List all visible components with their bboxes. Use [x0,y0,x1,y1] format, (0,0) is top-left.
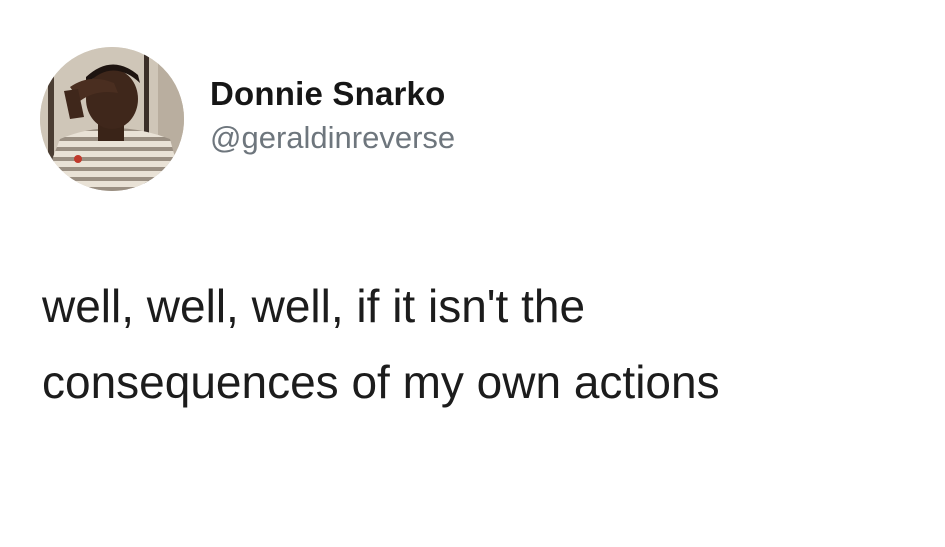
tweet-card: Donnie Snarko @geraldinreverse well, wel… [0,0,945,547]
tweet-header: Donnie Snarko @geraldinreverse [40,47,455,191]
tweet-text-line: well, well, well, if it isn't the [42,280,586,332]
author-names: Donnie Snarko @geraldinreverse [210,74,455,158]
tweet-text: well, well, well, if it isn't the conseq… [42,268,922,420]
tweet-text-line: consequences of my own actions [42,356,720,408]
profile-photo-icon [40,47,184,191]
author-handle[interactable]: @geraldinreverse [210,118,455,158]
avatar[interactable] [40,47,184,191]
author-display-name[interactable]: Donnie Snarko [210,74,455,114]
